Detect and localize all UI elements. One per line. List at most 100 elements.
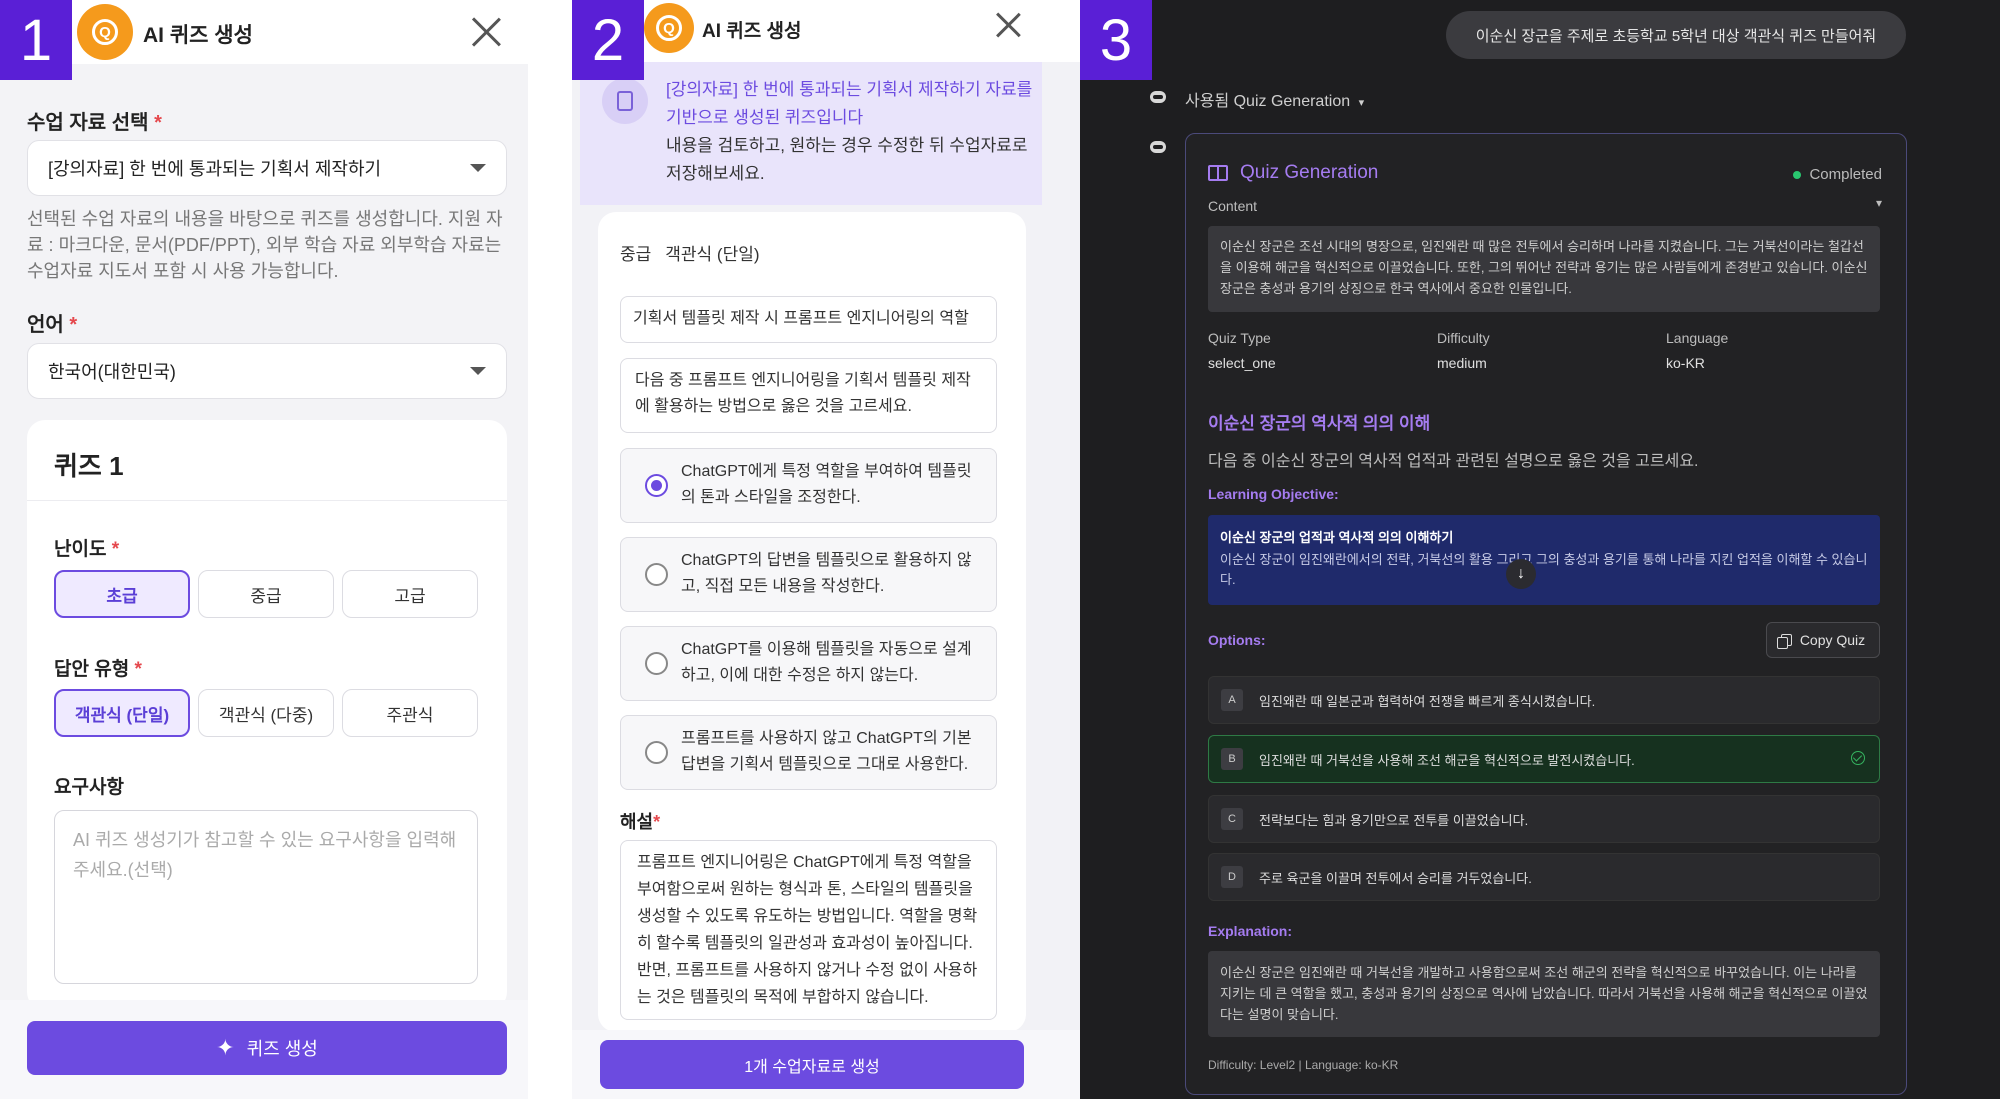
quiz-question-input[interactable]: 다음 중 프롬프트 엔지니어링을 기획서 템플릿 제작에 활용하는 방법으로 옳… bbox=[620, 358, 997, 433]
answer-option[interactable]: 프롬프트를 사용하지 않고 ChatGPT의 기본 답변을 기획서 템플릿으로 … bbox=[620, 715, 997, 790]
answer-type-multi-choice[interactable]: 객관식 (다중) bbox=[198, 689, 334, 737]
answer-option-text[interactable]: ChatGPT의 답변을 템플릿으로 활용하지 않고, 직접 모든 내용을 작성… bbox=[681, 552, 972, 595]
step-number-badge: 2 bbox=[572, 0, 644, 80]
option-text: 전략보다는 힘과 용기만으로 전투를 이끌었습니다. bbox=[1259, 812, 1529, 828]
difficulty-option-advanced[interactable]: 고급 bbox=[342, 570, 478, 618]
option-letter: A bbox=[1221, 689, 1243, 711]
material-help-text: 선택된 수업 자료의 내용을 바탕으로 퀴즈를 생성합니다. 지원 자료 : 마… bbox=[27, 209, 503, 281]
copy-quiz-label: Copy Quiz bbox=[1799, 632, 1866, 648]
generate-quiz-button[interactable]: ✦ 퀴즈 생성 bbox=[27, 1021, 507, 1075]
quiz-type-tag: 객관식 (단일) bbox=[665, 245, 760, 264]
material-select-value: [강의자료] 한 번에 통과되는 기획서 제작하기 bbox=[48, 159, 382, 179]
quiz-meta: 중급 객관식 (단일) bbox=[620, 240, 760, 265]
answer-option[interactable]: ChatGPT의 답변을 템플릿으로 활용하지 않고, 직접 모든 내용을 작성… bbox=[620, 537, 997, 612]
copy-icon bbox=[1776, 634, 1792, 649]
option-text: 주로 육군을 이끌며 전투에서 승리를 거두었습니다. bbox=[1259, 870, 1532, 886]
check-circle-icon bbox=[1851, 751, 1865, 765]
quiz-option[interactable]: C 전략보다는 힘과 용기만으로 전투를 이끌었습니다. bbox=[1208, 795, 1880, 843]
requirements-label: 요구사항 bbox=[54, 777, 124, 798]
difficulty-value: medium bbox=[1437, 355, 1487, 371]
language-select-value: 한국어(대한민국) bbox=[48, 362, 176, 382]
close-icon[interactable] bbox=[994, 12, 1022, 40]
divider bbox=[27, 500, 507, 501]
question-text: 다음 중 이순신 장군의 역사적 업적과 관련된 설명으로 옳은 것을 고르세요… bbox=[1208, 453, 1699, 470]
scroll-down-icon[interactable]: ↓ bbox=[1506, 559, 1536, 589]
tool-step-icon bbox=[1150, 91, 1166, 103]
quiz-option-correct[interactable]: B 임진왜란 때 거북선을 사용해 조선 해군을 혁신적으로 발전시켰습니다. bbox=[1208, 735, 1880, 783]
language-label: 언어 * bbox=[27, 314, 78, 336]
source-notice-banner: [강의자료] 한 번에 통과되는 기획서 제작하기 자료를 기반으로 생성된 퀴… bbox=[580, 62, 1042, 205]
chevron-down-icon bbox=[470, 367, 486, 375]
difficulty-option-intermediate[interactable]: 중급 bbox=[198, 570, 334, 618]
book-icon bbox=[1208, 165, 1228, 181]
radio-icon[interactable] bbox=[645, 741, 668, 764]
copy-quiz-button[interactable]: Copy Quiz bbox=[1766, 622, 1880, 658]
status-text: Completed bbox=[1809, 166, 1882, 183]
learning-objective-box: 이순신 장군의 업적과 역사적 의의 이해하기 이순신 장군이 임진왜란에서의 … bbox=[1208, 515, 1880, 605]
sparkle-icon: ✦ bbox=[216, 1035, 235, 1060]
quiz-card-title: Quiz Generation bbox=[1208, 162, 1378, 184]
panel-header: Q AI 퀴즈 생성 bbox=[0, 0, 528, 64]
requirements-textarea[interactable]: AI 퀴즈 생성기가 참고할 수 있는 요구사항을 입력해 주세요.(선택) bbox=[54, 810, 478, 984]
material-label: 수업 자료 선택 * bbox=[27, 112, 162, 134]
quiz-card-title: 퀴즈 1 bbox=[54, 451, 124, 481]
quiz-editor-card: 중급 객관식 (단일) 기획서 템플릿 제작 시 프롬프트 엔지니어링의 역할 다… bbox=[598, 212, 1026, 1032]
source-material-link[interactable]: [강의자료] 한 번에 통과되는 기획서 제작하기 bbox=[666, 80, 981, 99]
content-text: 이순신 장군은 조선 시대의 명장으로, 임진왜란 때 많은 전투에서 승리하며… bbox=[1208, 226, 1880, 312]
generate-quiz-button-label: 퀴즈 생성 bbox=[246, 1039, 318, 1059]
answer-type-single-choice[interactable]: 객관식 (단일) bbox=[54, 689, 190, 737]
status-dot-icon bbox=[1793, 170, 1802, 179]
quiz-title-input[interactable]: 기획서 템플릿 제작 시 프롬프트 엔지니어링의 역할 bbox=[620, 296, 997, 343]
quiz-footer-meta: Difficulty: Level2 | Language: ko-KR bbox=[1208, 1058, 1399, 1072]
panel-header: Q AI 퀴즈 생성 bbox=[572, 0, 1080, 62]
document-icon bbox=[602, 78, 648, 124]
answer-option-text[interactable]: ChatGPT에게 특정 역할을 부여하여 템플릿의 톤과 스타일을 조정한다. bbox=[681, 463, 972, 506]
option-text: 임진왜란 때 일본군과 협력하여 전쟁을 빠르게 종식시켰습니다. bbox=[1259, 693, 1596, 709]
quiz-generator-form-panel: Q AI 퀴즈 생성 수업 자료 선택 * [강의자료] 한 번에 통과되는 기… bbox=[0, 0, 528, 1099]
radio-icon[interactable] bbox=[645, 652, 668, 675]
quiz-card-title-text: Quiz Generation bbox=[1240, 162, 1379, 183]
quiz-option[interactable]: A 임진왜란 때 일본군과 협력하여 전쟁을 빠르게 종식시켰습니다. bbox=[1208, 676, 1880, 724]
quiz-option[interactable]: D 주로 육군을 이끌며 전투에서 승리를 거두었습니다. bbox=[1208, 853, 1880, 901]
option-text: 임진왜란 때 거북선을 사용해 조선 해군을 혁신적으로 발전시켰습니다. bbox=[1259, 752, 1635, 768]
answer-option-text[interactable]: ChatGPT를 이용해 템플릿을 자동으로 설계하고, 이에 대한 수정은 하… bbox=[681, 641, 972, 684]
chat-quiz-panel: 이순신 장군을 주제로 초등학교 5학년 대상 객관식 퀴즈 만들어줘 사용됨 … bbox=[1080, 0, 2000, 1099]
quiz-result-card: Quiz Generation Completed Content ▾ 이순신 … bbox=[1185, 133, 1907, 1095]
language-label: Language bbox=[1666, 330, 1729, 346]
answer-type-label: 답안 유형 * bbox=[54, 659, 142, 680]
chevron-down-icon: ▾ bbox=[1358, 97, 1365, 109]
used-tool-toggle[interactable]: 사용됨 Quiz Generation ▾ bbox=[1185, 87, 1364, 111]
chevron-down-icon[interactable]: ▾ bbox=[1876, 196, 1882, 210]
step-number-badge: 3 bbox=[1080, 0, 1152, 80]
answer-option[interactable]: ChatGPT를 이용해 템플릿을 자동으로 설계하고, 이에 대한 수정은 하… bbox=[620, 626, 997, 701]
used-tool-label: 사용됨 Quiz Generation bbox=[1185, 93, 1351, 110]
save-as-material-button[interactable]: 1개 수업자료로 생성 bbox=[600, 1040, 1024, 1089]
answer-type-subjective[interactable]: 주관식 bbox=[342, 689, 478, 737]
explanation-label: Explanation: bbox=[1208, 923, 1293, 939]
explanation-text: 이순신 장군은 임진왜란 때 거북선을 개발하고 사용함으로써 조선 해군의 전… bbox=[1208, 951, 1880, 1037]
radio-icon[interactable] bbox=[645, 563, 668, 586]
language-value: ko-KR bbox=[1666, 355, 1705, 371]
panel-title: AI 퀴즈 생성 bbox=[702, 21, 802, 42]
language-select[interactable]: 한국어(대한민국) bbox=[27, 343, 507, 399]
answer-option-text[interactable]: 프롬프트를 사용하지 않고 ChatGPT의 기본 답변을 기획서 템플릿으로 … bbox=[681, 730, 972, 773]
material-select[interactable]: [강의자료] 한 번에 통과되는 기획서 제작하기 bbox=[27, 140, 507, 196]
quiz-type-label: Quiz Type bbox=[1208, 330, 1271, 346]
content-label: Content bbox=[1208, 198, 1258, 214]
option-letter: D bbox=[1221, 866, 1243, 888]
answer-option[interactable]: ChatGPT에게 특정 역할을 부여하여 템플릿의 톤과 스타일을 조정한다. bbox=[620, 448, 997, 523]
quiz-difficulty-tag: 중급 bbox=[620, 245, 652, 264]
notice-body: 내용을 검토하고, 원하는 경우 수정한 뒤 수업자료로 저장해보세요. bbox=[666, 136, 1028, 183]
close-icon[interactable] bbox=[470, 16, 502, 48]
explanation-textarea[interactable]: 프롬프트 엔지니어링은 ChatGPT에게 특정 역할을 부여함으로써 원하는 … bbox=[620, 840, 997, 1020]
difficulty-label: Difficulty bbox=[1437, 330, 1490, 346]
option-letter: C bbox=[1221, 808, 1243, 830]
step-number-badge: 1 bbox=[0, 0, 72, 80]
quiz-logo-icon: Q bbox=[77, 4, 133, 60]
difficulty-option-beginner[interactable]: 초급 bbox=[54, 570, 190, 618]
radio-selected-icon[interactable] bbox=[645, 474, 668, 497]
quiz-logo-icon: Q bbox=[644, 3, 694, 53]
user-message-bubble: 이순신 장군을 주제로 초등학교 5학년 대상 객관식 퀴즈 만들어줘 bbox=[1446, 11, 1906, 59]
chevron-down-icon bbox=[470, 164, 486, 172]
option-letter: B bbox=[1221, 748, 1243, 770]
